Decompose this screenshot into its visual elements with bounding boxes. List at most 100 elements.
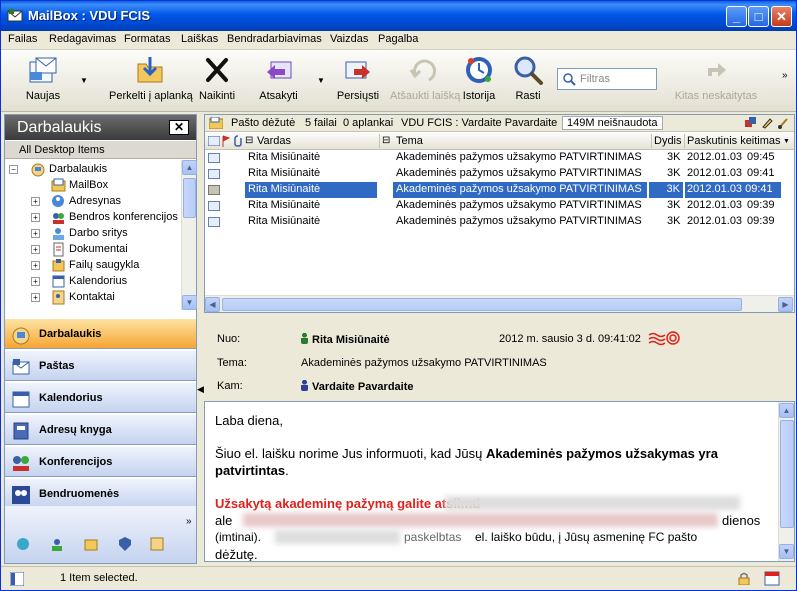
pane-splitter[interactable]: ◀ (197, 114, 204, 564)
chevron-left-icon[interactable]: ◀ (205, 297, 220, 312)
sort-collapse-icon[interactable]: ⊟ (382, 135, 390, 146)
body-scroll-thumb[interactable] (780, 420, 794, 528)
shield-icon[interactable] (117, 536, 133, 552)
message-list-hscrollbar[interactable]: ◀ ▶ (205, 295, 794, 312)
message-row[interactable]: Rita Misiūnaitė Akademinės pažymos užsak… (205, 150, 794, 166)
nav-adresu-knyga[interactable]: Adresų knyga (5, 414, 196, 445)
left-pane: Darbalaukis ✕ All Desktop Items − Darbal… (4, 114, 197, 564)
recall-message-button[interactable]: Atšaukti laišką (390, 54, 460, 102)
column-vardas[interactable]: Vardas (257, 135, 291, 147)
message-row-selected[interactable]: Rita Misiūnaitė Akademinės pažymos užsak… (205, 182, 794, 198)
expand-icon[interactable]: + (31, 261, 40, 270)
users-icon[interactable] (49, 536, 65, 552)
menu-laiskas[interactable]: Laiškas (181, 33, 218, 45)
expand-icon[interactable]: + (31, 277, 40, 286)
message-row[interactable]: Rita Misiūnaitė Akademinės pažymos užsak… (205, 198, 794, 214)
minimize-button[interactable]: _ (726, 6, 747, 27)
menu-pagalba[interactable]: Pagalba (378, 33, 418, 45)
folder-path: VDU FCIS : Vardaite Pavardaite (401, 117, 558, 129)
tree-item-kontaktai[interactable]: + Kontaktai (5, 290, 181, 306)
community-icon (12, 486, 30, 504)
nav-more-chevron[interactable]: » (186, 516, 192, 527)
chevron-down-icon[interactable]: ▼ (182, 295, 197, 310)
to-value[interactable]: Vardaite Pavardaite (301, 380, 414, 393)
column-tema[interactable]: Tema (396, 135, 423, 147)
sort-descending-icon[interactable]: ▼ (783, 138, 790, 145)
column-dydis[interactable]: Dydis (654, 135, 682, 147)
nav-kalendorius[interactable]: Kalendorius (5, 382, 196, 413)
tree-item-bendros-konferencijos[interactable]: + Bendros konferencijos (5, 210, 181, 226)
message-row[interactable]: Rita Misiūnaitė Akademinės pažymos užsak… (205, 166, 794, 182)
nav-darbalaukis[interactable]: Darbalaukis (5, 318, 196, 349)
filter-input[interactable]: Filtras (557, 68, 657, 90)
left-pane-close-button[interactable]: ✕ (169, 120, 189, 135)
close-button[interactable]: ✕ (771, 6, 792, 27)
calendar-icon (12, 391, 30, 408)
toggle-nav-icon[interactable] (10, 572, 24, 586)
tree-item-dokumentai[interactable]: + Dokumentai (5, 242, 181, 258)
toolbar-overflow-chevron[interactable]: » (782, 70, 788, 81)
history-button[interactable]: Istorija (460, 54, 498, 102)
globe-icon[interactable] (15, 536, 31, 552)
move-to-folder-button[interactable]: Perkelti į aplanką (109, 54, 193, 102)
desktop-items-dropdown[interactable]: All Desktop Items (5, 141, 196, 159)
body-scrollbar[interactable]: ▲ ▼ (778, 402, 794, 561)
expand-icon[interactable]: + (31, 229, 40, 238)
attachment-column-icon[interactable] (234, 135, 242, 147)
find-button[interactable]: Rasti (511, 54, 545, 102)
tree-item-kalendorius[interactable]: + Kalendorius (5, 274, 181, 290)
subject-value: Akademinės pažymos užsakymo PATVIRTINIMA… (301, 357, 547, 369)
reply-button[interactable]: Atsakyti (256, 54, 301, 102)
tree-scrollbar[interactable]: ▲ ▼ (181, 160, 197, 310)
delete-button[interactable]: Naikinti (198, 54, 236, 102)
folder-icon[interactable] (83, 536, 99, 552)
menu-bendradarbiavimas[interactable]: Bendradarbiavimas (227, 33, 322, 45)
tree-item-failu-saugykla[interactable]: + Failų saugykla (5, 258, 181, 274)
maximize-button[interactable]: □ (748, 6, 769, 27)
expand-icon[interactable]: + (31, 213, 40, 222)
new-dropdown-arrow[interactable]: ▼ (80, 76, 88, 85)
expand-icon[interactable]: + (31, 293, 40, 302)
nav-shortcut-bar: » (5, 506, 196, 563)
redacted-text (445, 496, 740, 510)
flag-column-icon[interactable] (222, 135, 230, 147)
chevron-down-icon[interactable]: ▼ (779, 544, 794, 559)
nav-pastas[interactable]: Paštas (5, 350, 196, 381)
next-unread-button[interactable]: Kitas neskaitytas (673, 54, 759, 102)
menu-redagavimas[interactable]: Redagavimas (49, 33, 116, 45)
envelope-icon (208, 169, 220, 179)
tree-item-darbo-sritys[interactable]: + Darbo sritys (5, 226, 181, 242)
expand-icon[interactable]: + (31, 245, 40, 254)
nav-konferencijos[interactable]: Konferencijos (5, 446, 196, 477)
menu-formatas[interactable]: Formatas (124, 33, 170, 45)
sort-collapse-icon[interactable]: ⊟ (245, 135, 253, 146)
nav-bendruomenes[interactable]: Bendruomenės (5, 478, 196, 509)
collapse-icon[interactable]: − (9, 165, 18, 174)
left-pane-header: Darbalaukis ✕ (5, 115, 196, 140)
chevron-right-icon[interactable]: ▶ (778, 297, 793, 312)
address-book-icon (13, 422, 29, 440)
tree-item-darbalaukis[interactable]: − Darbalaukis (5, 162, 181, 178)
tree-item-mailbox[interactable]: MailBox (5, 178, 181, 194)
collapse-arrow-icon[interactable]: ◀ (197, 384, 204, 395)
copy-icon[interactable] (745, 117, 757, 129)
column-paskutinis-keitimas[interactable]: Paskutinis keitimas (687, 135, 781, 147)
envelope-column-icon[interactable] (208, 136, 220, 146)
hscroll-thumb[interactable] (222, 298, 742, 311)
tree-item-adresynas[interactable]: + Adresynas (5, 194, 181, 210)
expand-icon[interactable]: + (31, 197, 40, 206)
reply-dropdown-arrow[interactable]: ▼ (317, 76, 325, 85)
notes-icon[interactable] (149, 536, 165, 552)
tree-scroll-thumb[interactable] (183, 178, 196, 218)
chevron-up-icon[interactable]: ▲ (779, 403, 794, 418)
menu-failas[interactable]: Failas (8, 33, 37, 45)
menu-vaizdas[interactable]: Vaizdas (330, 33, 368, 45)
forward-button[interactable]: Persiųsti (336, 54, 380, 102)
from-value[interactable]: Rita Misiūnaitė (301, 333, 390, 346)
pencil-icon[interactable] (761, 117, 773, 129)
new-button[interactable]: Naujas (23, 54, 63, 102)
message-row[interactable]: Rita Misiūnaitė Akademinės pažymos užsak… (205, 214, 794, 230)
calendar-status-icon[interactable] (764, 570, 780, 586)
brush-icon[interactable] (777, 117, 789, 129)
chevron-up-icon[interactable]: ▲ (182, 160, 197, 175)
